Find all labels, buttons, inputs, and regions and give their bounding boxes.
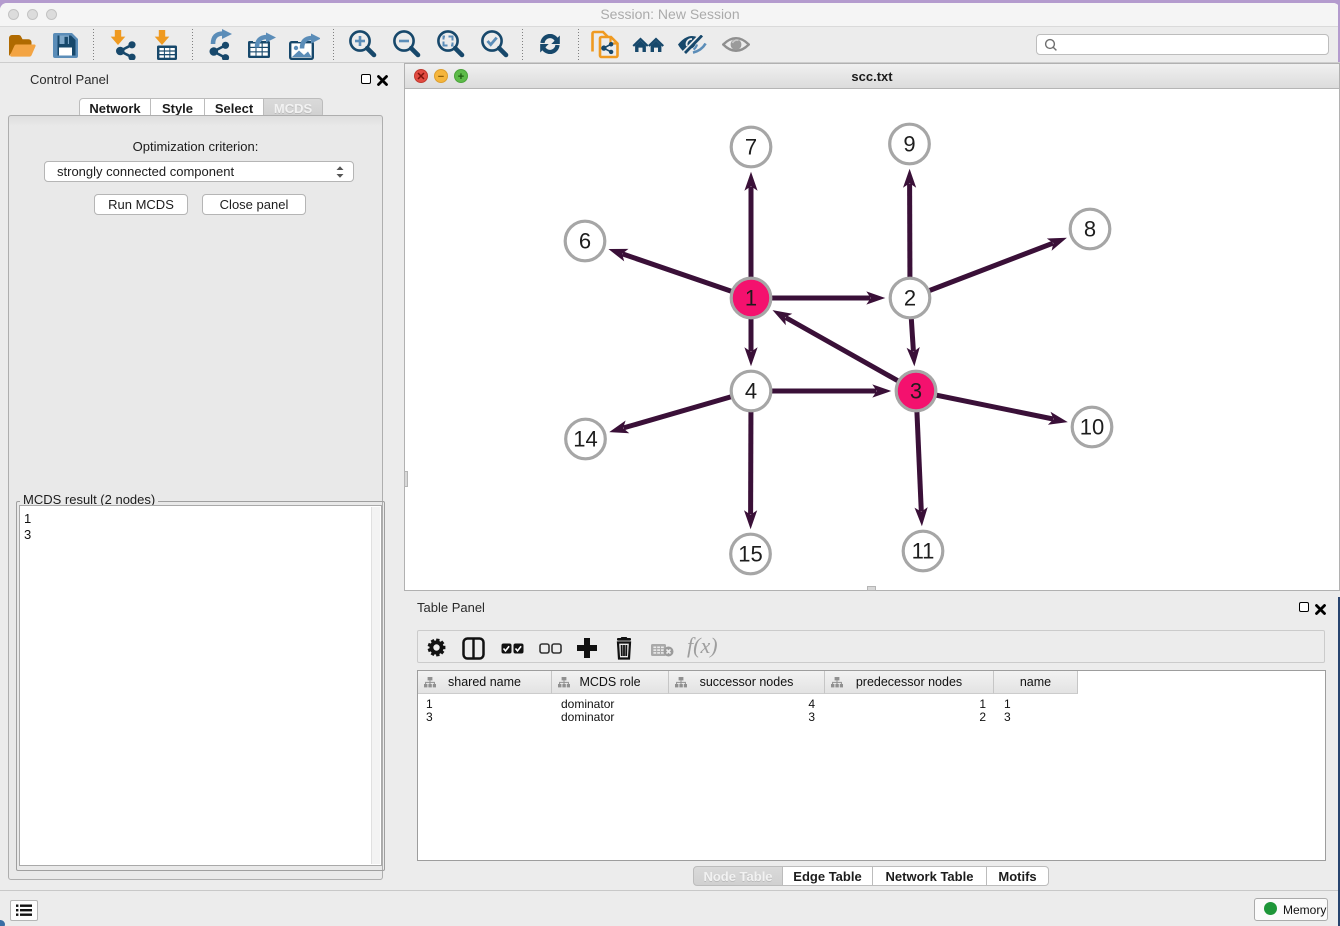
svg-text:6: 6 [579, 229, 591, 254]
svg-text:15: 15 [738, 542, 762, 567]
svg-text:14: 14 [573, 427, 597, 452]
svg-text:3: 3 [910, 379, 922, 404]
svg-text:4: 4 [745, 379, 757, 404]
svg-text:10: 10 [1080, 415, 1104, 440]
svg-text:11: 11 [912, 539, 935, 564]
svg-text:9: 9 [903, 132, 915, 157]
svg-text:2: 2 [904, 286, 916, 311]
svg-text:7: 7 [745, 135, 757, 160]
svg-text:8: 8 [1084, 217, 1096, 242]
svg-text:1: 1 [745, 286, 757, 311]
